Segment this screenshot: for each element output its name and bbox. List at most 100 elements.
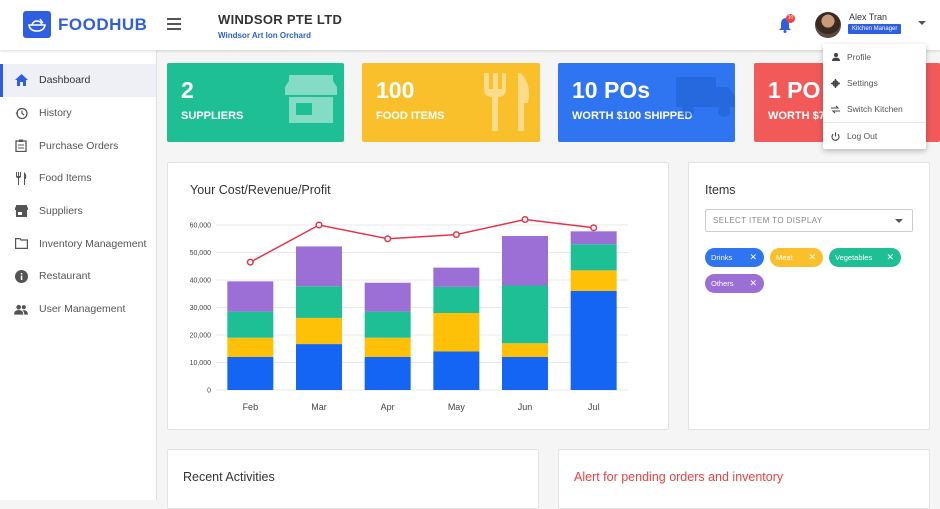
person-icon	[831, 53, 840, 62]
gear-icon	[831, 78, 840, 88]
menu-item-label: Log Out	[847, 131, 878, 141]
chart-bar-segment	[570, 291, 617, 390]
chart-bar-segment	[433, 351, 480, 390]
stat-card-food-items[interactable]: 100 FOOD ITEMS	[362, 63, 540, 142]
chip-others[interactable]: Others ✕	[705, 274, 764, 293]
sidebar-item-label: Dashboard	[39, 74, 91, 87]
sidebar-item-label: Food Items	[39, 172, 92, 185]
chart-line-point	[315, 221, 323, 229]
chip-drinks[interactable]: Drinks ✕	[705, 248, 764, 267]
menu-item-profile[interactable]: Profile	[823, 44, 926, 70]
close-icon[interactable]: ✕	[808, 248, 816, 267]
chart-bar-segment	[364, 357, 411, 390]
stat-label: SUPPLIERS	[181, 110, 244, 122]
sidebar-item-user-management[interactable]: User Management	[0, 293, 156, 326]
stat-card-suppliers[interactable]: 2 SUPPLIERS	[167, 63, 344, 142]
stat-label: WORTH $100 SHIPPED	[572, 110, 693, 122]
chip-meat[interactable]: Meat ✕	[770, 248, 823, 267]
notification-badge: 10	[786, 14, 795, 23]
x-tick-label: Jun	[518, 402, 533, 412]
chip-label: Others	[711, 279, 734, 288]
menu-item-settings[interactable]: Settings	[823, 70, 926, 96]
sidebar: Dashboard History Purchase Orders Food I…	[0, 50, 157, 500]
recent-activities-title: Recent Activities	[183, 470, 275, 484]
chart-bar-segment	[227, 311, 274, 338]
chevron-down-icon	[895, 219, 903, 223]
cost-revenue-chart-panel: Your Cost/Revenue/Profit 0 10,000 20,000 30…	[167, 162, 669, 430]
alert-title: Alert for pending orders and inventory	[574, 470, 784, 484]
chart-bar-segment	[296, 286, 342, 318]
sidebar-item-label: Suppliers	[39, 205, 83, 218]
cost-revenue-chart: 0 10,000 20,000 30,000 40,000 50,000 60,000 Feb…	[190, 215, 628, 412]
user-menu: Profile Settings Switch Kitchen Log Out	[823, 44, 926, 149]
chart-bar-segment	[570, 231, 617, 245]
chart-bar-segment	[570, 244, 617, 271]
x-tick-label: Mar	[311, 402, 327, 412]
sidebar-item-food-items[interactable]: Food Items	[0, 162, 156, 195]
power-icon	[831, 131, 840, 141]
sidebar-item-history[interactable]: History	[0, 97, 156, 130]
menu-item-label: Settings	[847, 78, 878, 88]
sidebar-item-inventory-management[interactable]: Inventory Management	[0, 227, 156, 260]
y-tick-label: 60,000	[190, 223, 212, 230]
clipboard-icon	[14, 139, 28, 153]
sidebar-item-dashboard[interactable]: Dashboard	[0, 64, 156, 97]
chart-bar-segment	[296, 317, 342, 345]
x-tick-label: Apr	[381, 402, 395, 412]
company-name: WINDSOR PTE LTD	[218, 12, 343, 27]
menu-item-label: Switch Kitchen	[847, 104, 903, 114]
chip-vegetables[interactable]: Vegetables ✕	[829, 248, 901, 267]
sidebar-item-suppliers[interactable]: Suppliers	[0, 195, 156, 228]
chart-bar-segment	[502, 285, 548, 344]
x-tick-label: Feb	[243, 402, 259, 412]
history-icon	[14, 106, 28, 120]
sidebar-item-restaurant[interactable]: Restaurant	[0, 260, 156, 293]
x-tick-label: Jul	[588, 402, 600, 412]
stat-value: 2	[181, 77, 194, 103]
chart-line-point	[246, 258, 254, 266]
chart-bar-segment	[227, 357, 274, 390]
chart-bar-segment	[296, 344, 342, 390]
menu-item-switch-kitchen[interactable]: Switch Kitchen	[823, 96, 926, 122]
home-icon	[14, 73, 28, 87]
y-tick-label: 10,000	[190, 360, 212, 367]
menu-item-log-out[interactable]: Log Out	[823, 123, 926, 149]
brand-name[interactable]: FOODHUB	[58, 15, 147, 35]
chevron-down-icon[interactable]	[918, 21, 926, 25]
y-tick-label: 50,000	[190, 250, 212, 257]
utensils-icon	[484, 73, 529, 131]
chart-line-point	[590, 224, 598, 232]
y-tick-label: 40,000	[190, 278, 212, 285]
close-icon[interactable]: ✕	[749, 274, 757, 293]
x-tick-label: May	[448, 402, 466, 412]
close-icon[interactable]: ✕	[749, 248, 757, 267]
stat-value: 1 PO	[768, 77, 821, 103]
recent-activities-panel: Recent Activities	[167, 449, 539, 509]
swap-icon	[831, 105, 840, 114]
chart-line-point	[452, 231, 460, 239]
utensils-icon	[14, 171, 28, 185]
item-select[interactable]: SELECT ITEM TO DISPLAY	[705, 209, 913, 232]
stat-card-pos-shipped[interactable]: 10 POs WORTH $100 SHIPPED	[558, 63, 735, 142]
chip-label: Drinks	[711, 253, 733, 262]
stat-value: 10 POs	[572, 77, 650, 103]
chart-bar-segment	[227, 337, 274, 357]
stat-label: WORTH $7	[768, 110, 825, 122]
items-title: Items	[705, 183, 736, 197]
chart-line-point	[384, 235, 392, 243]
app-header: FOODHUB WINDSOR PTE LTD Windsor Art Ion …	[0, 0, 940, 50]
items-panel: Items SELECT ITEM TO DISPLAY Drinks ✕ Mea…	[688, 162, 930, 430]
chart-bar-segment	[364, 337, 411, 357]
avatar[interactable]	[815, 12, 841, 38]
logo-icon[interactable]	[23, 11, 51, 38]
stat-value: 100	[376, 77, 415, 103]
sidebar-item-purchase-orders[interactable]: Purchase Orders	[0, 129, 156, 162]
chart-bar-segment	[433, 286, 480, 313]
menu-toggle-icon[interactable]	[167, 18, 181, 30]
chart-bar-segment	[364, 311, 411, 338]
store-icon	[285, 75, 337, 123]
alert-panel: Alert for pending orders and inventory	[558, 449, 930, 509]
close-icon[interactable]: ✕	[886, 248, 894, 267]
sidebar-item-label: Inventory Management	[39, 237, 147, 250]
stat-label: FOOD ITEMS	[376, 110, 445, 122]
